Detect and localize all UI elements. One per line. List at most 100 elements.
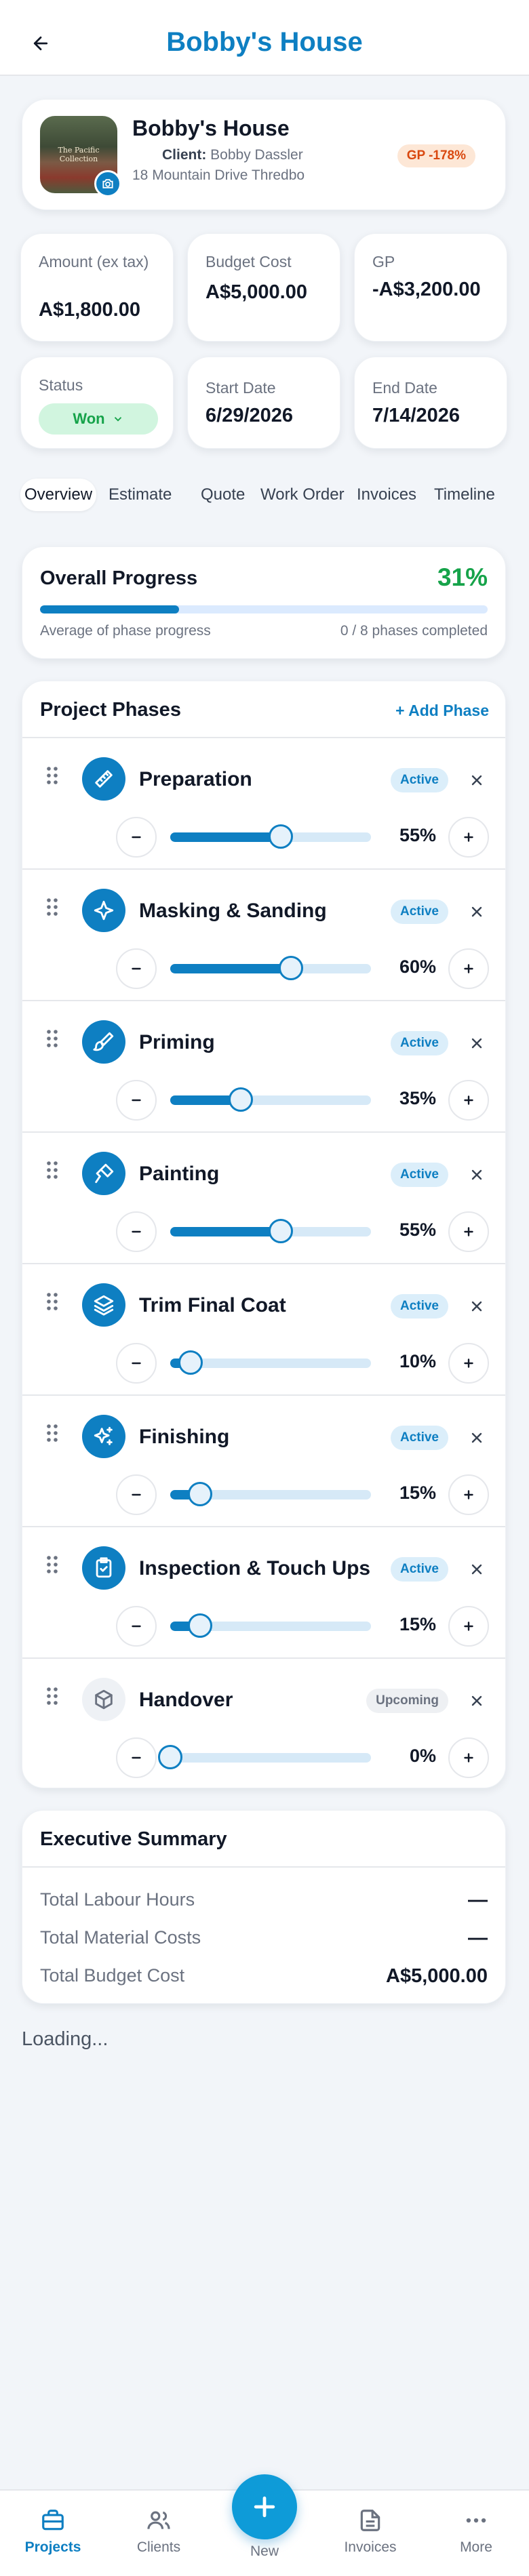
decrease-button[interactable] [116,1211,157,1252]
project-client: Client: Bobby Dassler [162,147,303,163]
increase-button[interactable] [448,1474,489,1515]
phase-percent: 55% [399,1220,436,1240]
tab-estimate[interactable]: Estimate [109,479,172,511]
progress-description: Average of phase progress [40,623,211,639]
slider-thumb[interactable] [178,1350,203,1375]
summary-row: Total Budget Cost A$5,000.00 [40,1965,488,1992]
nav-more[interactable]: More [435,2507,517,2556]
decrease-button[interactable] [116,1737,157,1778]
increase-button[interactable] [448,1211,489,1252]
loading-text: Loading... [22,2028,109,2050]
phase-name: Inspection & Touch Ups [139,1557,371,1579]
slider-fill [170,1227,281,1236]
nav-clients[interactable]: Clients [118,2507,199,2556]
remove-phase-button[interactable] [467,1691,486,1710]
close-icon [471,1169,482,1180]
phase-progress-slider[interactable] [170,824,371,849]
slider-thumb[interactable] [188,1482,213,1506]
project-phases-card: Project Phases + Add Phase Preparation Ac… [22,681,506,1788]
slider-thumb[interactable] [268,1219,293,1243]
plus-icon [464,1753,473,1763]
slider-thumb[interactable] [268,824,293,849]
increase-button[interactable] [448,1080,489,1121]
phase-status-badge: Active [390,1426,448,1450]
phase-progress-slider[interactable] [158,1745,371,1769]
phase-progress-slider[interactable] [170,1350,371,1375]
camera-button[interactable] [94,170,121,197]
new-button[interactable] [232,2474,297,2539]
gp-card: GP -A$3,200.00 [354,233,507,342]
increase-button[interactable] [448,1606,489,1647]
close-icon [471,1564,482,1575]
add-phase-button[interactable]: + Add Phase [395,702,489,720]
tab-quote[interactable]: Quote [201,479,245,511]
tab-timeline[interactable]: Timeline [434,479,495,511]
decrease-button[interactable] [116,817,157,858]
end-date-value: 7/14/2026 [372,405,461,426]
phase-progress-slider[interactable] [170,1482,371,1506]
tab-work-order[interactable]: Work Order [260,479,345,511]
minus-icon [132,836,141,839]
sparkle-icon [82,889,125,932]
project-address: 18 Mountain Drive Thredbo [132,167,305,183]
phase-percent: 35% [399,1088,436,1108]
slider-thumb[interactable] [188,1613,213,1638]
decrease-button[interactable] [116,1080,157,1121]
minus-icon [132,1756,141,1759]
remove-phase-button[interactable] [467,1034,486,1053]
minus-icon [132,967,141,970]
decrease-button[interactable] [116,948,157,989]
end-date-card[interactable]: End Date 7/14/2026 [354,357,507,449]
drag-handle-icon[interactable] [45,1554,59,1575]
summary-value: — [468,1889,488,1911]
remove-phase-button[interactable] [467,1297,486,1316]
increase-button[interactable] [448,1737,489,1778]
drag-handle-icon[interactable] [45,1423,59,1443]
minus-icon [132,1625,141,1628]
increase-button[interactable] [448,1343,489,1384]
phase-row: Preparation Active 55% [22,738,505,870]
slider-thumb[interactable] [158,1745,182,1769]
increase-button[interactable] [448,817,489,858]
phase-name: Handover [139,1689,233,1711]
nav-projects[interactable]: Projects [12,2507,94,2556]
phase-progress-slider[interactable] [170,956,371,980]
increase-button[interactable] [448,948,489,989]
drag-handle-icon[interactable] [45,1160,59,1180]
drag-handle-icon[interactable] [45,765,59,786]
slider-thumb[interactable] [278,956,303,980]
remove-phase-button[interactable] [467,771,486,790]
decrease-button[interactable] [116,1343,157,1384]
drag-handle-icon[interactable] [45,897,59,917]
start-date-card[interactable]: Start Date 6/29/2026 [187,357,340,449]
remove-phase-button[interactable] [467,902,486,921]
drag-handle-icon[interactable] [45,1291,59,1312]
phase-name: Preparation [139,768,252,790]
phase-percent: 15% [399,1614,436,1634]
decrease-button[interactable] [116,1474,157,1515]
page-title: Bobby's House [166,27,363,57]
chevron-down-icon [114,417,121,422]
tab-overview[interactable]: Overview [20,479,97,511]
close-icon [471,1695,482,1706]
nav-invoices[interactable]: Invoices [330,2507,411,2556]
close-icon [471,1038,482,1049]
phase-progress-slider[interactable] [170,1087,371,1112]
decrease-button[interactable] [116,1606,157,1647]
drag-handle-icon[interactable] [45,1028,59,1049]
slider-thumb[interactable] [228,1087,253,1112]
remove-phase-button[interactable] [467,1428,486,1447]
summary-label: Total Material Costs [40,1927,201,1948]
phases-header: Project Phases + Add Phase [22,681,505,738]
phase-status-badge: Active [390,1557,448,1582]
tab-invoices[interactable]: Invoices [357,479,416,511]
status-label: Status [39,376,83,394]
phase-percent: 60% [399,957,436,977]
status-select[interactable]: Won [39,403,158,435]
remove-phase-button[interactable] [467,1165,486,1184]
progress-bar-fill [40,605,179,613]
drag-handle-icon[interactable] [45,1686,59,1706]
phase-progress-slider[interactable] [170,1613,371,1638]
remove-phase-button[interactable] [467,1560,486,1579]
phase-progress-slider[interactable] [170,1219,371,1243]
